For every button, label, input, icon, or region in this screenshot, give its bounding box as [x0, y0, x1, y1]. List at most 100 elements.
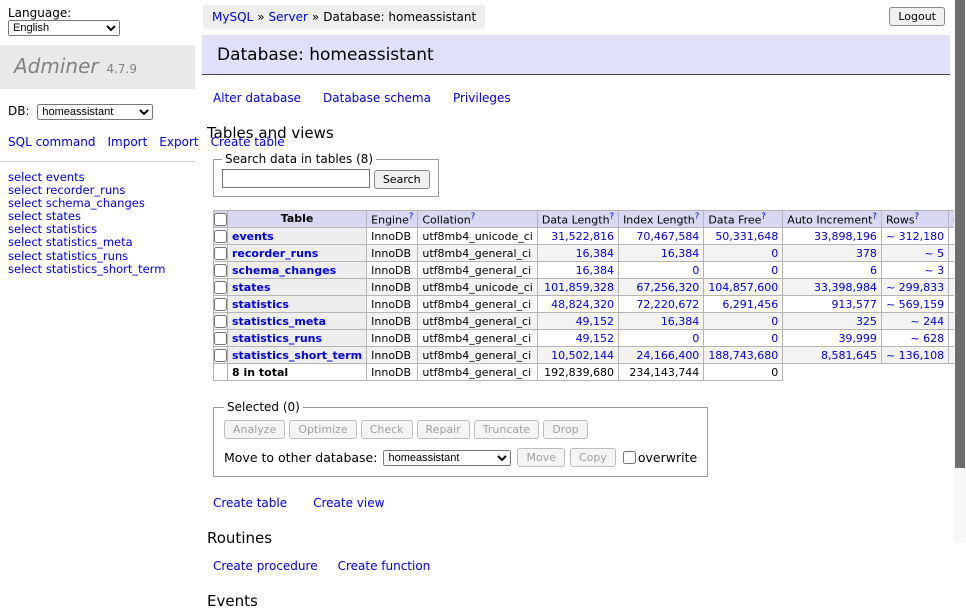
alter-database-link[interactable]: Alter database [213, 91, 301, 105]
row-checkbox[interactable] [214, 264, 227, 277]
data-free-link[interactable]: 0 [708, 332, 778, 345]
import-link[interactable]: Import [107, 135, 147, 149]
help-icon[interactable]: ? [695, 212, 700, 222]
table-name-link[interactable]: statistics [232, 298, 289, 311]
move-db-select[interactable]: homeassistant [383, 450, 511, 466]
rows-link[interactable]: ~ 628 [886, 332, 944, 345]
row-checkbox[interactable] [214, 315, 227, 328]
data-length-link[interactable]: 10,502,144 [542, 349, 614, 362]
optimize-button[interactable]: Optimize [289, 420, 356, 439]
sidebar-select-table-link[interactable]: select states [8, 210, 187, 223]
rows-link[interactable]: ~ 299,833 [886, 281, 944, 294]
auto-increment-link[interactable]: 325 [787, 315, 877, 328]
auto-increment-link[interactable]: 378 [787, 247, 877, 260]
create-table-link-sidebar[interactable]: Create table [211, 135, 285, 149]
rows-link[interactable]: ~ 3 [886, 264, 944, 277]
overwrite-checkbox[interactable] [623, 451, 636, 464]
data-length-link[interactable]: 49,152 [542, 315, 614, 328]
table-name-link[interactable]: statistics_short_term [232, 349, 362, 362]
index-length-link[interactable]: 0 [623, 332, 699, 345]
truncate-button[interactable]: Truncate [474, 420, 539, 439]
export-link[interactable]: Export [159, 135, 198, 149]
data-length-link[interactable]: 31,522,816 [542, 230, 614, 243]
auto-increment-link[interactable]: 33,898,196 [787, 230, 877, 243]
auto-increment-link[interactable]: 39,999 [787, 332, 877, 345]
move-button[interactable]: Move [517, 448, 565, 467]
select-all-checkbox[interactable] [214, 213, 227, 226]
row-checkbox[interactable] [214, 230, 227, 243]
adminer-logo-text[interactable]: Adminer [14, 54, 99, 78]
row-checkbox[interactable] [214, 281, 227, 294]
check-button[interactable]: Check [361, 420, 413, 439]
sidebar-select-table-link[interactable]: select events [8, 171, 187, 184]
data-length-link[interactable]: 16,384 [542, 247, 614, 260]
scrollbar[interactable] [954, 0, 966, 543]
sidebar-select-table-link[interactable]: select statistics_runs [8, 250, 187, 263]
breadcrumb-server-link[interactable]: Server [269, 10, 308, 24]
logout-button[interactable]: Logout [889, 7, 945, 26]
help-icon[interactable]: ? [915, 212, 920, 222]
search-button[interactable]: Search [374, 170, 430, 189]
row-checkbox[interactable] [214, 247, 227, 260]
index-length-link[interactable]: 24,166,400 [623, 349, 699, 362]
rows-link[interactable]: ~ 244 [886, 315, 944, 328]
sidebar-select-table-link[interactable]: select statistics [8, 223, 187, 236]
table-name-link[interactable]: schema_changes [232, 264, 336, 277]
repair-button[interactable]: Repair [417, 420, 470, 439]
index-length-link[interactable]: 0 [623, 264, 699, 277]
table-name-link[interactable]: states [232, 281, 271, 294]
help-icon[interactable]: ? [610, 212, 615, 222]
help-icon[interactable]: ? [761, 212, 766, 222]
table-name-link[interactable]: statistics_runs [232, 332, 322, 345]
help-icon[interactable]: ? [471, 212, 476, 222]
create-view-link[interactable]: Create view [313, 496, 384, 510]
db-select[interactable]: homeassistant [37, 104, 153, 120]
create-procedure-link[interactable]: Create procedure [213, 559, 318, 573]
rows-link[interactable]: ~ 569,159 [886, 298, 944, 311]
rows-link[interactable]: ~ 136,108 [886, 349, 944, 362]
index-length-link[interactable]: 16,384 [623, 247, 699, 260]
data-free-link[interactable]: 0 [708, 247, 778, 260]
index-length-link[interactable]: 70,467,584 [623, 230, 699, 243]
adminer-version[interactable]: 4.7.9 [106, 62, 137, 76]
auto-increment-link[interactable]: 8,581,645 [787, 349, 877, 362]
scrollbar-thumb[interactable] [955, 0, 965, 468]
create-table-link[interactable]: Create table [213, 496, 287, 510]
row-checkbox[interactable] [214, 349, 227, 362]
breadcrumb-mysql-link[interactable]: MySQL [212, 10, 253, 24]
data-free-link[interactable]: 104,857,600 [708, 281, 778, 294]
sidebar-select-table-link[interactable]: select schema_changes [8, 197, 187, 210]
index-length-link[interactable]: 16,384 [623, 315, 699, 328]
data-length-link[interactable]: 101,859,328 [542, 281, 614, 294]
database-schema-link[interactable]: Database schema [323, 91, 431, 105]
data-free-link[interactable]: 6,291,456 [708, 298, 778, 311]
table-name-link[interactable]: events [232, 230, 274, 243]
rows-link[interactable]: ~ 312,180 [886, 230, 944, 243]
row-checkbox[interactable] [214, 332, 227, 345]
data-length-link[interactable]: 49,152 [542, 332, 614, 345]
help-icon[interactable]: ? [872, 212, 877, 222]
data-free-link[interactable]: 0 [708, 264, 778, 277]
create-function-link[interactable]: Create function [338, 559, 431, 573]
data-length-link[interactable]: 16,384 [542, 264, 614, 277]
language-select[interactable]: English [8, 20, 120, 36]
data-length-link[interactable]: 48,824,320 [542, 298, 614, 311]
row-checkbox[interactable] [214, 298, 227, 311]
auto-increment-link[interactable]: 33,398,984 [787, 281, 877, 294]
sidebar-select-table-link[interactable]: select statistics_meta [8, 236, 187, 249]
data-free-link[interactable]: 50,331,648 [708, 230, 778, 243]
search-input[interactable] [222, 169, 370, 188]
help-icon[interactable]: ? [409, 212, 414, 222]
sidebar-select-table-link[interactable]: select recorder_runs [8, 184, 187, 197]
index-length-link[interactable]: 72,220,672 [623, 298, 699, 311]
privileges-link[interactable]: Privileges [453, 91, 511, 105]
rows-link[interactable]: ~ 5 [886, 247, 944, 260]
analyze-button[interactable]: Analyze [224, 420, 285, 439]
table-name-link[interactable]: recorder_runs [232, 247, 318, 260]
drop-button[interactable]: Drop [543, 420, 587, 439]
auto-increment-link[interactable]: 6 [787, 264, 877, 277]
sidebar-select-table-link[interactable]: select statistics_short_term [8, 263, 187, 276]
data-free-link[interactable]: 0 [708, 315, 778, 328]
table-name-link[interactable]: statistics_meta [232, 315, 326, 328]
data-free-link[interactable]: 188,743,680 [708, 349, 778, 362]
